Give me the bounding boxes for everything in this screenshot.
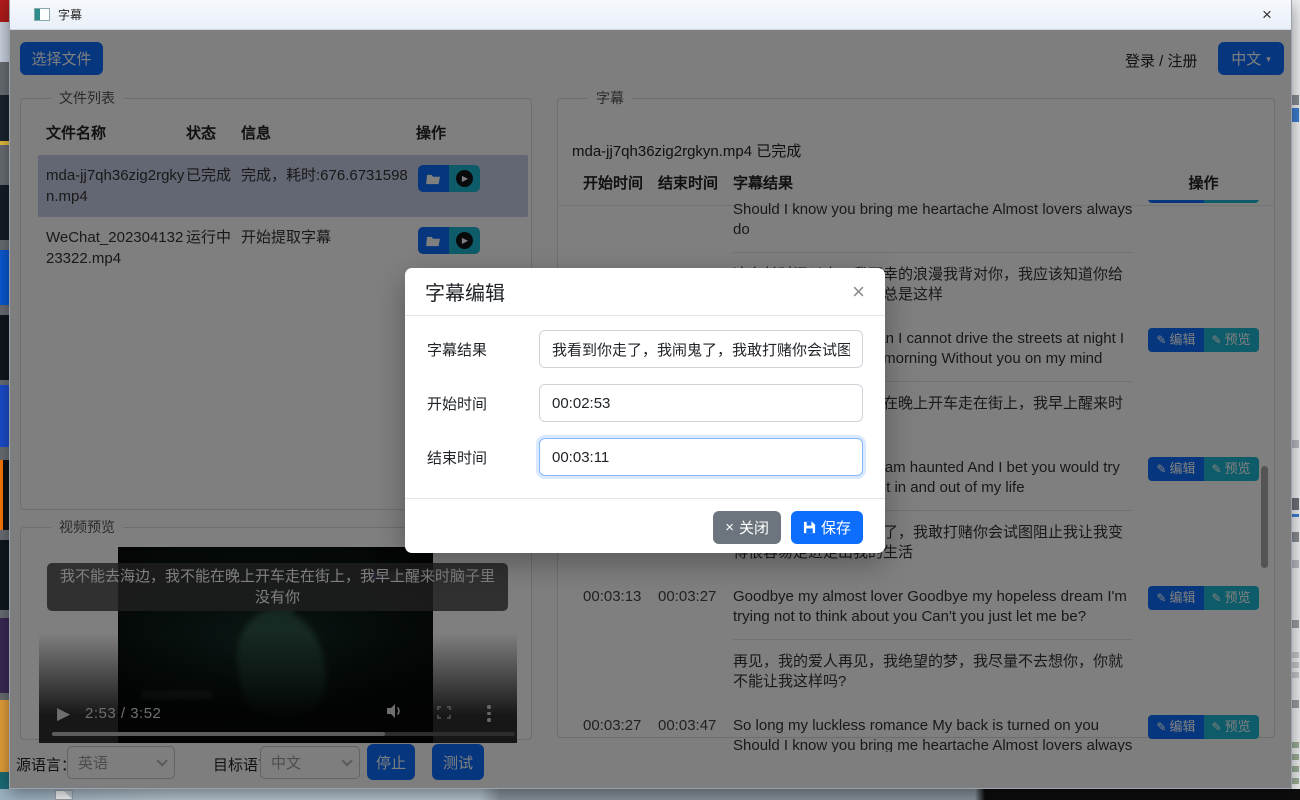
window-title: 字幕 <box>58 6 82 23</box>
save-button-label: 保存 <box>821 517 851 538</box>
background-text-fragment <box>1292 514 1299 517</box>
desktop-left-strip <box>0 0 9 800</box>
desktop-icon-fragment <box>0 618 9 693</box>
window-close-icon[interactable]: × <box>1253 5 1281 25</box>
start-time-input[interactable] <box>539 384 863 422</box>
desktop-icon-fragment <box>0 0 9 22</box>
background-text-fragment <box>1292 662 1299 668</box>
desktop-icon-fragment <box>0 22 9 62</box>
start-time-label: 开始时间 <box>427 393 539 414</box>
background-text-fragment <box>1292 95 1299 105</box>
background-text-fragment <box>1292 108 1299 122</box>
background-text-fragment <box>1292 700 1299 708</box>
desktop-icon-fragment <box>0 460 9 530</box>
end-time-field: 结束时间 <box>427 438 863 476</box>
subtitle-text-label: 字幕结果 <box>427 339 539 360</box>
background-text-fragment <box>1292 498 1299 510</box>
close-button-label: 关闭 <box>739 517 769 538</box>
start-time-field: 开始时间 <box>427 384 863 422</box>
desktop-icon-fragment <box>0 700 9 772</box>
background-text-fragment <box>1292 672 1299 678</box>
save-icon <box>803 521 816 534</box>
dialog-body: 字幕结果 开始时间 结束时间 <box>405 316 885 498</box>
desktop-icon-fragment <box>0 540 9 610</box>
background-window-strip <box>1291 0 1300 800</box>
close-icon: × <box>725 519 734 536</box>
subtitle-text-input[interactable] <box>539 330 863 368</box>
background-text-fragment <box>1292 754 1299 760</box>
dialog-title: 字幕编辑 <box>425 277 505 306</box>
desktop-icon-fragment <box>0 95 9 145</box>
desktop-icon-fragment <box>0 315 9 380</box>
subtitle-text-field: 字幕结果 <box>427 330 863 368</box>
desktop-file-icon <box>55 790 73 800</box>
desktop-icon-fragment <box>0 385 9 447</box>
desktop-icon-fragment <box>0 250 9 305</box>
background-text-fragment <box>1292 742 1299 748</box>
background-text-fragment <box>1292 620 1299 628</box>
end-time-input[interactable] <box>539 438 863 476</box>
background-text-fragment <box>1292 778 1299 784</box>
end-time-label: 结束时间 <box>427 447 539 468</box>
background-text-fragment <box>1292 652 1299 658</box>
background-text-fragment <box>1292 532 1299 542</box>
window-titlebar: 字幕 × <box>10 0 1291 30</box>
dialog-close-icon[interactable]: × <box>852 279 865 305</box>
dialog-close-button[interactable]: × 关闭 <box>713 511 781 544</box>
background-text-fragment <box>1292 560 1299 568</box>
dialog-header: 字幕编辑 × <box>405 268 885 316</box>
taskbar-strip <box>0 789 1300 800</box>
screen: 字幕 × 选择文件 登录 / 注册 中文 ▾ 文件列表 文件名称 状态 信息 操… <box>0 0 1300 800</box>
dialog-footer: × 关闭 保存 <box>405 498 885 555</box>
app-icon <box>34 8 50 21</box>
desktop-icon-fragment <box>0 185 9 240</box>
background-text-fragment <box>1292 440 1299 448</box>
background-text-fragment <box>1292 766 1299 772</box>
app-content: 选择文件 登录 / 注册 中文 ▾ 文件列表 文件名称 状态 信息 操作 md <box>10 30 1291 788</box>
dialog-save-button[interactable]: 保存 <box>791 511 863 544</box>
subtitle-edit-dialog: 字幕编辑 × 字幕结果 开始时间 结束时间 <box>405 268 885 553</box>
app-window: 字幕 × 选择文件 登录 / 注册 中文 ▾ 文件列表 文件名称 状态 信息 操… <box>9 0 1292 789</box>
